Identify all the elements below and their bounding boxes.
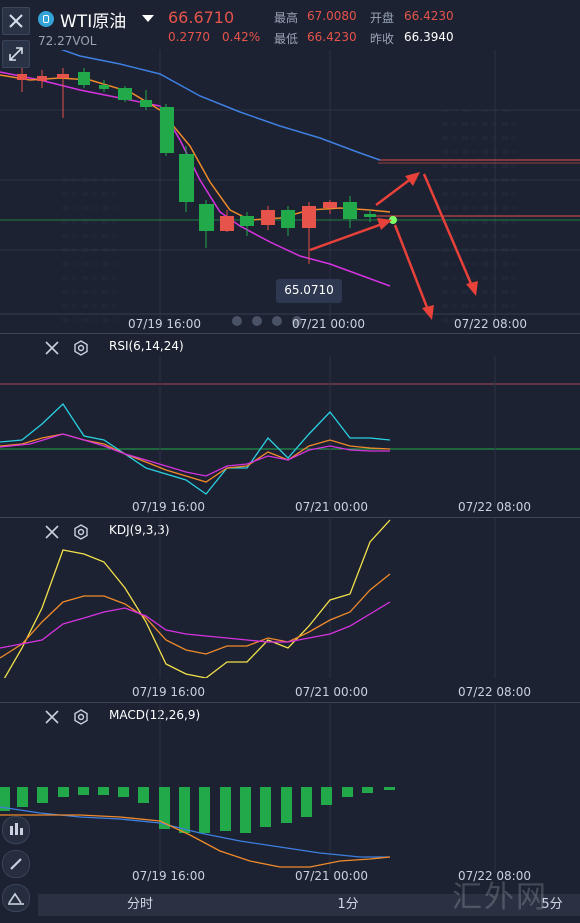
symbol-name[interactable]: WTI原油 bbox=[60, 7, 126, 32]
tab-1-minute[interactable]: 1分 bbox=[318, 894, 378, 916]
dropdown-icon[interactable] bbox=[142, 15, 154, 23]
symbol-logo-icon bbox=[38, 11, 54, 27]
rsi-close-icon[interactable] bbox=[44, 340, 60, 356]
tab-time-sharing[interactable]: 分时 bbox=[108, 894, 172, 916]
pencil-icon bbox=[10, 858, 22, 870]
main-time-tick-3: 07/22 08:00 bbox=[454, 317, 527, 331]
high-label: 最高 bbox=[274, 11, 299, 25]
expand-icon bbox=[9, 47, 23, 61]
crosshair-price-label: 65.0710 bbox=[284, 283, 334, 297]
rsi-time-tick-1: 07/19 16:00 bbox=[132, 500, 205, 514]
open-label: 开盘 bbox=[370, 11, 395, 25]
prev-close-label: 昨收 bbox=[370, 32, 395, 46]
prev-close-value: 66.3940 bbox=[404, 30, 454, 44]
high-value: 67.0080 bbox=[307, 9, 357, 23]
rsi-chart bbox=[0, 356, 580, 506]
candle-settings-icon bbox=[10, 823, 23, 835]
price-change: 0.2770 bbox=[168, 30, 210, 44]
indicator-settings-button[interactable] bbox=[2, 816, 30, 844]
kdj-time-tick-1: 07/19 16:00 bbox=[132, 685, 205, 699]
rsi-divider bbox=[0, 333, 580, 334]
low-label: 最低 bbox=[274, 32, 299, 46]
low-value: 66.4230 bbox=[307, 30, 357, 44]
drawing-tools-button[interactable] bbox=[2, 884, 30, 912]
price-change-pct: 0.42% bbox=[222, 30, 261, 44]
main-time-tick-2: 07/21 00:00 bbox=[292, 317, 365, 331]
last-price: 66.6710 bbox=[168, 8, 235, 27]
watermark: 汇外网 bbox=[452, 880, 548, 915]
kdj-chart bbox=[0, 518, 496, 678]
macd-time-tick-1: 07/19 16:00 bbox=[132, 869, 205, 883]
chart-tool-button-top[interactable] bbox=[2, 40, 30, 68]
main-time-tick-1: 07/19 16:00 bbox=[128, 317, 201, 331]
macd-chart bbox=[0, 703, 496, 873]
rsi-time-tick-2: 07/21 00:00 bbox=[295, 500, 368, 514]
back-button[interactable] bbox=[2, 7, 30, 35]
rsi-time-tick-3: 07/22 08:00 bbox=[458, 500, 531, 514]
drawing-tools-icon bbox=[8, 892, 24, 905]
draw-line-button[interactable] bbox=[2, 850, 30, 878]
volume-text: 72.27VOL bbox=[38, 34, 97, 48]
close-icon bbox=[9, 14, 23, 28]
rsi-title: RSI(6,14,24) bbox=[109, 339, 184, 353]
open-value: 66.4230 bbox=[404, 9, 454, 23]
macd-time-tick-2: 07/21 00:00 bbox=[295, 869, 368, 883]
kdj-time-tick-2: 07/21 00:00 bbox=[295, 685, 368, 699]
rsi-gear-icon[interactable] bbox=[73, 340, 89, 356]
kdj-time-tick-3: 07/22 08:00 bbox=[458, 685, 531, 699]
